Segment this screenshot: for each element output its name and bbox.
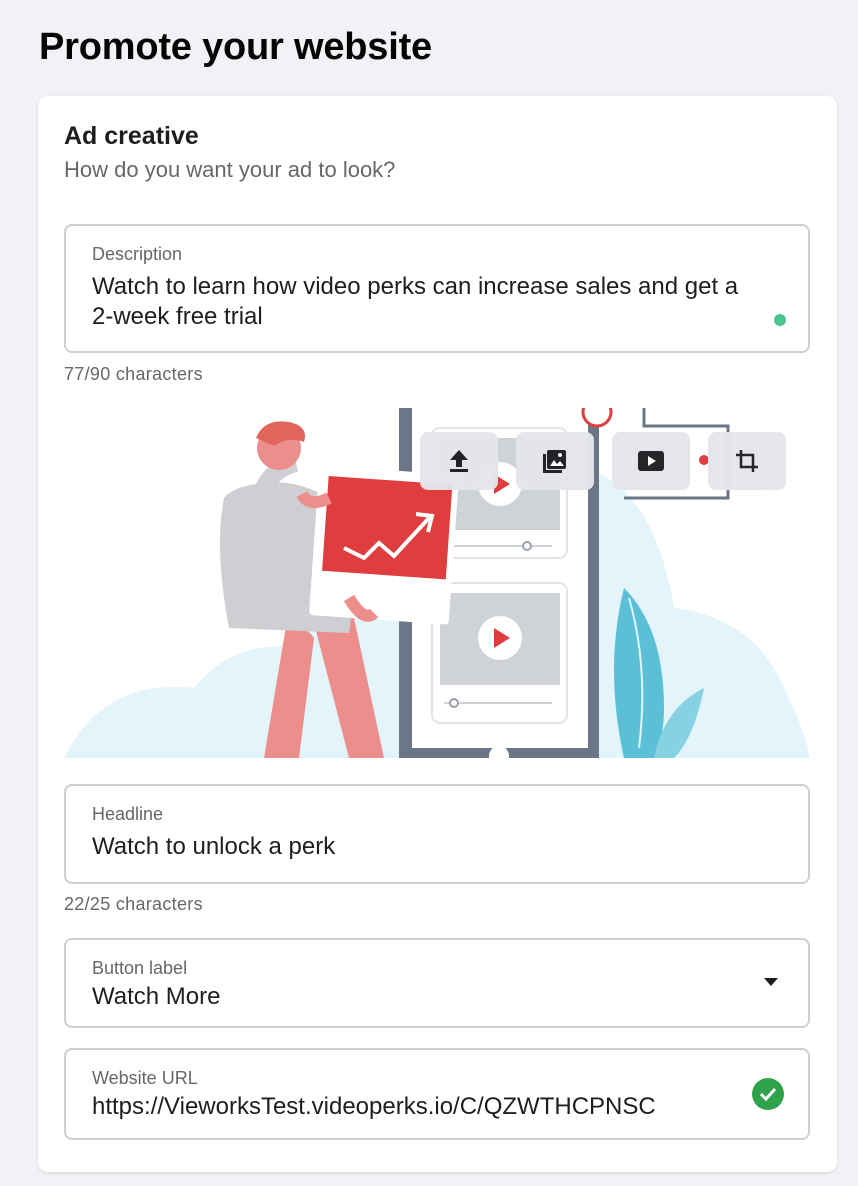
- video-icon: [638, 451, 664, 471]
- crop-button[interactable]: [708, 432, 786, 490]
- headline-input[interactable]: Watch to unlock a perk: [92, 832, 758, 862]
- upload-icon: [450, 450, 468, 472]
- description-counter: 77/90 characters: [64, 364, 203, 384]
- check-icon: [752, 1078, 784, 1110]
- ad-creative-card: Ad creative How do you want your ad to l…: [38, 96, 837, 1172]
- section-title: Ad creative: [64, 122, 199, 150]
- caret-down-icon[interactable]: [764, 978, 778, 986]
- button-label-label: Button label: [92, 958, 188, 978]
- page-title: Promote your website: [39, 26, 432, 68]
- headline-label: Headline: [92, 804, 164, 824]
- image-gallery-icon: [543, 450, 566, 473]
- headline-counter: 22/25 characters: [64, 894, 203, 914]
- button-label-value: Watch More: [92, 983, 221, 1010]
- ad-media-preview[interactable]: [64, 408, 810, 758]
- headline-field[interactable]: Headline Watch to unlock a perk: [64, 784, 810, 884]
- status-dot-icon: [774, 314, 786, 326]
- description-label: Description: [92, 244, 183, 264]
- website-url-label: Website URL: [92, 1068, 198, 1088]
- website-url-field[interactable]: Website URL https://VieworksTest.videope…: [64, 1048, 810, 1140]
- description-field[interactable]: Description Watch to learn how video per…: [64, 224, 810, 353]
- crop-icon: [736, 450, 758, 472]
- image-gallery-button[interactable]: [516, 432, 594, 490]
- button-label-select[interactable]: Button label Watch More: [64, 938, 810, 1028]
- upload-button[interactable]: [420, 432, 498, 490]
- video-button[interactable]: [612, 432, 690, 490]
- website-url-input[interactable]: https://VieworksTest.videoperks.io/C/QZW…: [92, 1092, 728, 1122]
- section-subtitle: How do you want your ad to look?: [64, 157, 396, 182]
- description-input[interactable]: Watch to learn how video perks can incre…: [92, 272, 758, 332]
